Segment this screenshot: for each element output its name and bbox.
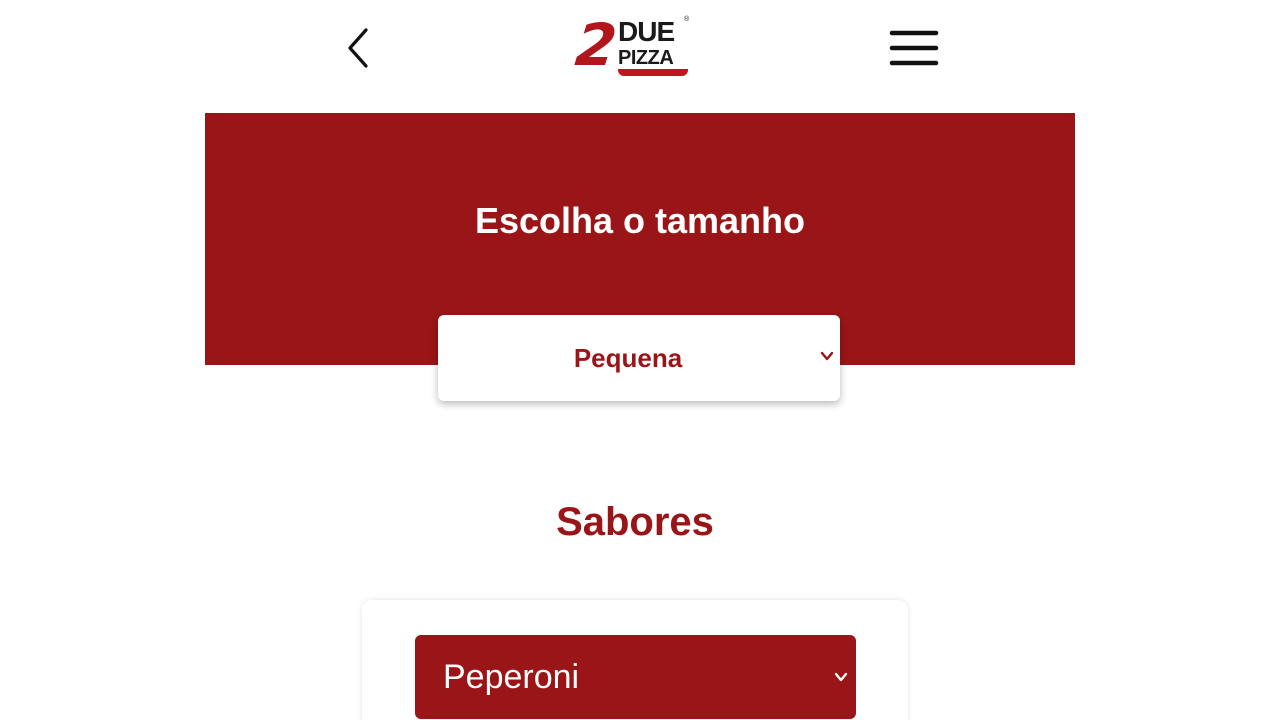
chevron-left-icon — [348, 28, 368, 68]
size-select[interactable]: Pequena — [438, 315, 840, 401]
logo-line2: PIZZA — [618, 47, 674, 69]
size-select-value: Pequena — [573, 343, 683, 373]
back-button[interactable] — [338, 24, 378, 72]
flavor-card: Peperoni — [362, 600, 908, 720]
menu-button[interactable] — [886, 24, 942, 72]
logo-registered-mark: ® — [684, 16, 690, 23]
hero-title: Escolha o tamanho — [474, 200, 806, 241]
chevron-down-icon — [820, 351, 834, 361]
hamburger-menu-icon — [889, 30, 939, 66]
flavor-select-value: Peperoni — [443, 658, 580, 696]
logo-number: 2 — [572, 11, 618, 79]
logo-ribbon — [618, 69, 688, 76]
flavors-title: Sabores — [556, 500, 714, 544]
chevron-down-icon — [834, 672, 848, 682]
logo-line1: DUE — [618, 16, 675, 47]
page: 2 DUE ® PIZZA Escolha o tamanho Pequena … — [0, 0, 1280, 720]
brand-logo[interactable]: 2 DUE ® PIZZA — [572, 11, 694, 84]
flavor-select[interactable]: Peperoni — [415, 635, 856, 719]
